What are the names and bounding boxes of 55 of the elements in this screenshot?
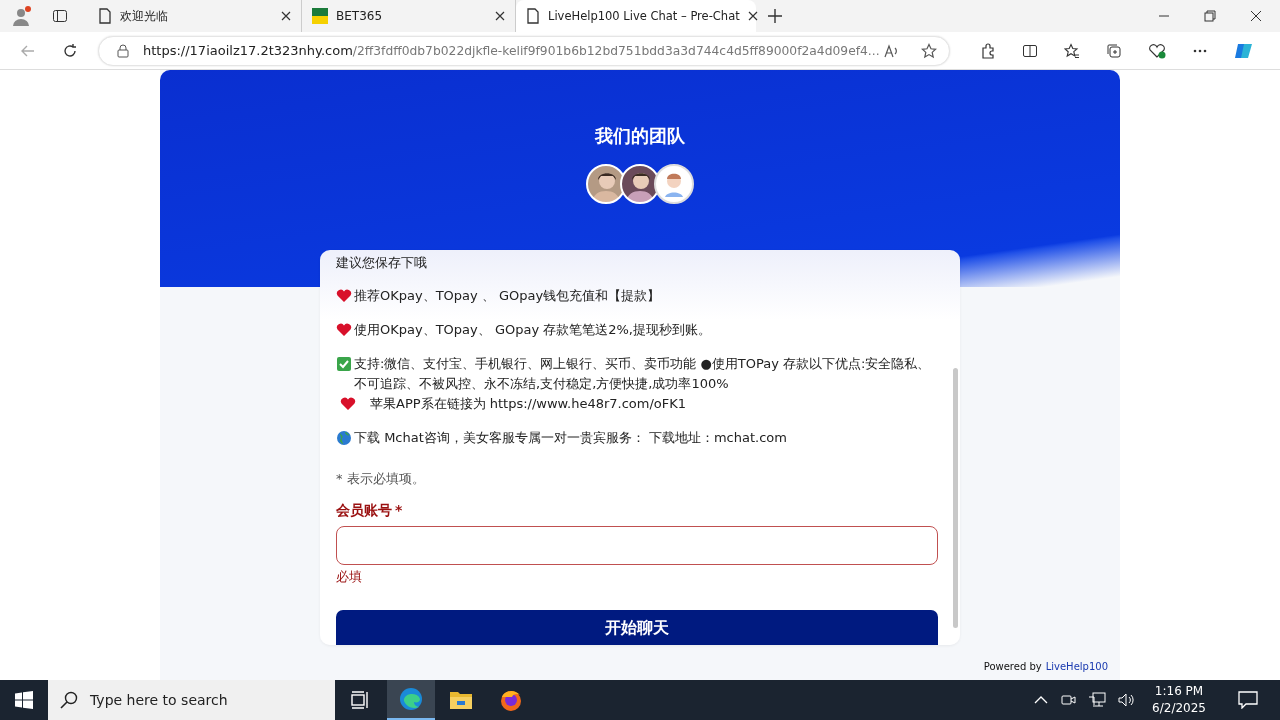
- browser-tab[interactable]: LiveHelp100 Live Chat – Pre-Chat: [516, 0, 756, 32]
- page-icon: [526, 8, 540, 24]
- heart-icon: [340, 396, 356, 412]
- close-icon[interactable]: [747, 11, 758, 21]
- globe-icon: [336, 430, 352, 446]
- favorite-icon[interactable]: [921, 42, 937, 59]
- member-account-field[interactable]: [336, 526, 938, 565]
- notice-text: 推荐OKpay、TOpay 、 GOpay钱包充值和【提款】: [354, 287, 662, 305]
- checkmark-icon: [336, 356, 352, 372]
- start-chat-button[interactable]: 开始聊天: [336, 610, 938, 645]
- chevron-up-icon[interactable]: [1034, 695, 1049, 705]
- network-icon[interactable]: [1088, 692, 1107, 708]
- search-icon: [60, 691, 78, 709]
- close-icon[interactable]: [495, 11, 505, 21]
- taskbar-search-field[interactable]: Type here to search: [48, 680, 335, 720]
- browser-tab[interactable]: 欢迎光临: [88, 0, 302, 32]
- heart-icon: [336, 322, 352, 338]
- field-label: 会员账号: [336, 502, 392, 518]
- notice-text: 支持:微信、支付宝、手机银行、网上银行、买币、卖币功能 ●使用TOPay 存款以下优点:安全隐私、不可追踪、不被风控、永不冻结,支付稳定,方便快捷,成功率100%: [354, 355, 932, 393]
- powered-by-text: Powered by: [983, 661, 1042, 672]
- avatar-icon: [654, 164, 694, 204]
- meet-icon[interactable]: [1060, 692, 1077, 708]
- favorites-icon[interactable]: [1064, 42, 1080, 59]
- notice-text: 苹果APP系在链接为 https://www.he48r7.com/oFK1: [370, 395, 688, 413]
- page-icon: [98, 8, 112, 24]
- notifications-icon[interactable]: [1238, 691, 1258, 709]
- read-aloud-icon[interactable]: [883, 42, 899, 59]
- health-icon[interactable]: [1148, 42, 1166, 59]
- error-message: 必填: [336, 568, 363, 586]
- tab-actions-icon[interactable]: [52, 8, 68, 24]
- address-field[interactable]: https://17iaoilz17.2t323nhy.com/2ff3fdff0db7b022djkfle-kelif9f901b6b12bd751bdd3a3d744c4d5ff89000f2a4d09ef4...: [98, 35, 950, 66]
- close-icon[interactable]: [281, 11, 291, 21]
- split-screen-icon[interactable]: [1022, 42, 1038, 59]
- new-tab-icon[interactable]: [768, 9, 782, 23]
- windows-start-icon[interactable]: [15, 691, 33, 709]
- close-icon[interactable]: [1250, 10, 1262, 22]
- extensions-icon[interactable]: [980, 42, 996, 59]
- livehelp-link[interactable]: LiveHelp100: [1045, 661, 1108, 672]
- browser-tab[interactable]: BET365: [302, 0, 516, 32]
- heart-icon: [336, 288, 352, 304]
- refresh-icon[interactable]: [62, 42, 78, 59]
- volume-icon[interactable]: [1118, 692, 1137, 708]
- site-logo-icon: [312, 8, 328, 24]
- notice-text: 下载 Mchat咨询，美女客服专属一对一贵宾服务： 下载地址：mchat.com: [354, 429, 788, 447]
- required-mark: *: [395, 502, 403, 518]
- lock-icon[interactable]: [117, 43, 129, 58]
- edge-icon[interactable]: [387, 680, 435, 720]
- clock[interactable]: 1:16 PM 6/2/2025: [1152, 683, 1206, 717]
- collections-icon[interactable]: [1106, 42, 1122, 59]
- team-title: 我们的团队: [595, 124, 685, 148]
- restore-icon[interactable]: [1204, 10, 1216, 22]
- notice-title: 建议您保存下哦: [336, 254, 428, 272]
- notice-text: 使用OKpay、TOpay、 GOpay 存款笔笔送2%,提现秒到账。: [354, 321, 712, 339]
- required-note: * 表示必填项。: [336, 470, 426, 488]
- scrollbar-thumb[interactable]: [953, 368, 958, 628]
